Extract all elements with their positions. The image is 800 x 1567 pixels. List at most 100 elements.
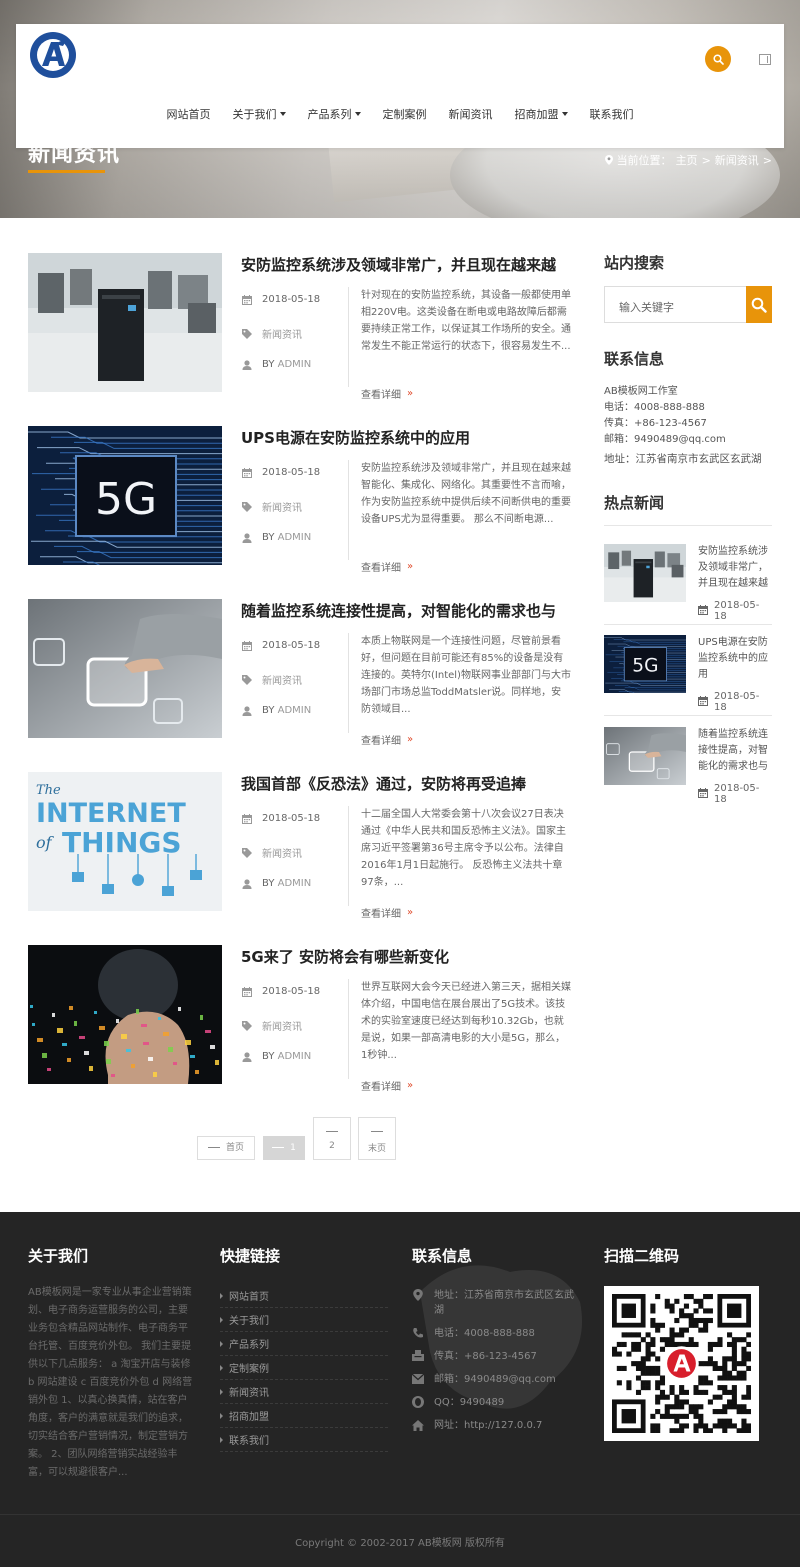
footer-link[interactable]: 定制案例	[220, 1356, 388, 1380]
fax-icon	[412, 1350, 424, 1362]
caret-down-icon	[279, 112, 286, 116]
breadcrumb-home-link[interactable]: 主页	[676, 152, 698, 168]
read-more-link[interactable]: 查看详细 »	[361, 905, 413, 920]
news-excerpt: 安防监控系统涉及领域非常广，并且现在越来越智能化、集成化、网络化。其重要性不言而…	[361, 463, 571, 525]
caret-right-icon	[220, 1292, 223, 1299]
banner-title-underline	[28, 170, 105, 173]
news-thumbnail[interactable]	[28, 945, 222, 1084]
breadcrumb-current-link[interactable]: 新闻资讯	[715, 152, 759, 168]
hot-news-thumbnail[interactable]	[604, 727, 686, 785]
nav-item-5[interactable]: 招商加盟	[504, 106, 579, 122]
news-category-link[interactable]: 新闻资讯	[262, 326, 302, 341]
news-divider	[348, 979, 349, 1079]
envelope-icon	[412, 1373, 424, 1385]
news-author-name[interactable]: ADMIN	[278, 359, 312, 370]
news-title[interactable]: 随着监控系统连接性提高，对智能化的需求也与	[241, 600, 581, 621]
footer-link[interactable]: 联系我们	[220, 1428, 388, 1452]
pagination-first[interactable]: 首页	[197, 1136, 255, 1160]
news-category-link[interactable]: 新闻资讯	[262, 845, 302, 860]
sidebar-search-input[interactable]: 输入关键字	[604, 286, 748, 323]
news-item: 随着监控系统连接性提高，对智能化的需求也与 2018-05-18 新闻资讯 BY AD…	[28, 599, 573, 747]
footer-contact-text: QQ：9490489	[434, 1397, 505, 1408]
news-author-name[interactable]: ADMIN	[278, 1051, 312, 1062]
nav-item-2[interactable]: 产品系列	[297, 106, 372, 122]
nav-item-0[interactable]: 网站首页	[156, 106, 222, 122]
read-more-link[interactable]: 查看详细 »	[361, 732, 413, 747]
hot-news-title[interactable]: UPS电源在安防监控系统中的应用	[698, 635, 770, 685]
nav-item-6[interactable]: 联系我们	[579, 106, 645, 122]
footer-link[interactable]: 产品系列	[220, 1332, 388, 1356]
news-date: 2018-05-18	[241, 986, 320, 997]
read-more-link[interactable]: 查看详细 »	[361, 1078, 413, 1093]
sidebar-toggle-icon[interactable]	[759, 54, 771, 65]
footer-link[interactable]: 关于我们	[220, 1308, 388, 1332]
news-excerpt: 十二届全国人大常委会第十八次会议27日表决通过《中华人民共和国反恐怖主义法》。国…	[361, 809, 566, 888]
site-logo[interactable]	[30, 32, 76, 78]
caret-right-icon	[220, 1412, 223, 1419]
nav-item-label: 关于我们	[232, 108, 277, 121]
pagination-page-2[interactable]: 2	[313, 1117, 351, 1160]
hot-news-date: 2018-05-18	[698, 691, 772, 713]
footer-link[interactable]: 新闻资讯	[220, 1380, 388, 1404]
hot-news-title[interactable]: 安防监控系统涉及领域非常广，并且现在越来越	[698, 544, 770, 594]
news-date: 2018-05-18	[241, 813, 320, 824]
sidebar-contact-title: 联系信息	[604, 350, 665, 368]
read-more-link[interactable]: 查看详细 »	[361, 386, 413, 401]
news-thumbnail-image: 5G	[28, 426, 222, 565]
news-title[interactable]: 安防监控系统涉及领域非常广，并且现在越来越	[241, 254, 581, 275]
news-thumbnail[interactable]	[28, 599, 222, 738]
news-thumbnail-image	[28, 945, 222, 1084]
nav-item-4[interactable]: 新闻资讯	[438, 106, 504, 122]
news-author-name[interactable]: ADMIN	[278, 532, 312, 543]
footer-link[interactable]: 网站首页	[220, 1284, 388, 1308]
news-thumbnail[interactable]	[28, 253, 222, 392]
sidebar-search-title: 站内搜索	[604, 254, 665, 272]
news-title[interactable]: 5G来了 安防将会有哪些新变化	[241, 946, 581, 967]
pagination-current[interactable]: 1	[263, 1136, 305, 1160]
hot-news-thumbnail[interactable]: 5G	[604, 635, 686, 693]
news-category: 新闻资讯	[241, 326, 302, 341]
hot-news-thumbnail[interactable]	[604, 544, 686, 602]
search-icon	[712, 53, 724, 65]
news-item: 安防监控系统涉及领域非常广，并且现在越来越 2018-05-18 新闻资讯 BY AD…	[28, 253, 573, 401]
news-title[interactable]: UPS电源在安防监控系统中的应用	[241, 427, 581, 448]
user-icon	[241, 705, 252, 716]
header-search-button[interactable]	[705, 46, 731, 72]
hot-news-title[interactable]: 随着监控系统连接性提高，对智能化的需求也与	[698, 727, 770, 777]
site-footer: 关于我们 AB模板网是一家专业从事企业营销策划、电子商务运营服务的公司，主要业务…	[0, 1212, 800, 1567]
pagination-last[interactable]: 末页	[358, 1117, 396, 1160]
pagination-first-label: 首页	[225, 1143, 244, 1153]
nav-item-label: 招商加盟	[514, 108, 559, 121]
news-category-link[interactable]: 新闻资讯	[262, 672, 302, 687]
footer-link[interactable]: 招商加盟	[220, 1404, 388, 1428]
news-thumbnail[interactable]: The INTERNET of THINGS	[28, 772, 222, 911]
nav-item-label: 联系我们	[589, 108, 634, 121]
news-author-text: BY ADMIN	[262, 878, 311, 889]
breadcrumb-prefix: 当前位置：	[616, 154, 672, 167]
news-thumbnail[interactable]: 5G	[28, 426, 222, 565]
calendar-icon	[241, 813, 252, 824]
footer-contact-text: 电话：4008-888-888	[434, 1328, 535, 1339]
news-category-link[interactable]: 新闻资讯	[262, 499, 302, 514]
news-author-name[interactable]: ADMIN	[278, 878, 312, 889]
pagination-current-label: 1	[290, 1143, 296, 1153]
footer-qr-title: 扫描二维码	[604, 1247, 680, 1265]
nav-item-1[interactable]: 关于我们	[222, 106, 297, 122]
news-category-link[interactable]: 新闻资讯	[262, 1018, 302, 1033]
sidebar-divider	[604, 525, 772, 526]
sidebar-search-button[interactable]	[746, 286, 772, 323]
news-category: 新闻资讯	[241, 672, 302, 687]
tag-icon	[241, 328, 252, 339]
news-date-text: 2018-05-18	[262, 467, 321, 478]
pagination-page-2-label: 2	[329, 1141, 335, 1151]
news-author-name[interactable]: ADMIN	[278, 705, 312, 716]
contact-fax: 传真：+86-123-4567	[604, 418, 707, 429]
news-title[interactable]: 我国首部《反恐法》通过，安防将再受追捧	[241, 773, 581, 794]
news-author: BY ADMIN	[241, 878, 311, 889]
tag-icon	[241, 1020, 252, 1031]
news-date: 2018-05-18	[241, 467, 320, 478]
footer-contact: 地址：江苏省南京市玄武区玄武湖 电话：4008-888-888 传真：+86-123…	[412, 1288, 580, 1441]
double-arrow-icon: »	[407, 734, 414, 745]
read-more-link[interactable]: 查看详细 »	[361, 559, 413, 574]
nav-item-3[interactable]: 定制案例	[372, 106, 438, 122]
